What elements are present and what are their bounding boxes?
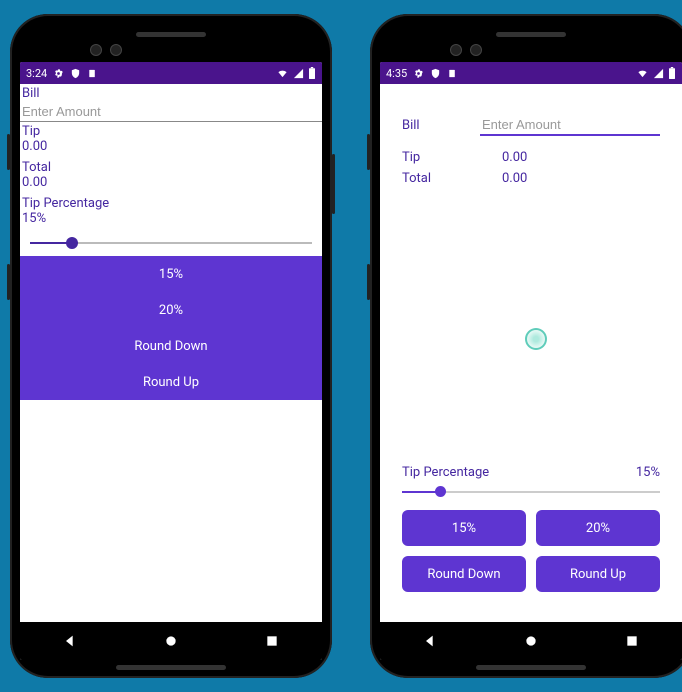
bill-label: Bill (402, 118, 480, 133)
phone-right: 4:35 Bill Tip 0. (370, 14, 682, 678)
app-content-right: Bill Tip 0.00 Total 0.00 Tip Per (380, 84, 682, 622)
bill-label: Bill (20, 84, 322, 101)
status-bar: 4:35 (380, 62, 682, 84)
nav-bar (380, 622, 682, 660)
btn-15[interactable]: 15% (402, 510, 526, 546)
tip-slider[interactable] (402, 482, 660, 502)
total-value: 0.00 (20, 175, 322, 194)
nav-bar (20, 622, 322, 660)
btn-round-up[interactable]: Round Up (536, 556, 660, 592)
card-icon (447, 68, 458, 79)
tip-pct-value: 15% (20, 211, 322, 230)
screen-right: 4:35 Bill Tip 0. (380, 62, 682, 660)
btn-15[interactable]: 15% (20, 256, 322, 292)
touch-indicator-icon (525, 328, 547, 350)
slider-thumb[interactable] (435, 486, 446, 497)
tip-label: Tip (20, 122, 322, 139)
tip-value: 0.00 (20, 139, 322, 158)
tip-pct-label: Tip Percentage (402, 465, 489, 480)
nav-back[interactable] (55, 626, 85, 656)
total-label: Total (402, 171, 502, 186)
slider-thumb[interactable] (66, 237, 78, 249)
tip-pct-label: Tip Percentage (20, 194, 322, 211)
settings-icon (53, 68, 64, 79)
btn-20[interactable]: 20% (20, 292, 322, 328)
bill-input[interactable] (480, 114, 660, 136)
button-block: 15% 20% Round Down Round Up (20, 256, 322, 400)
tip-label: Tip (402, 150, 502, 165)
nav-recent[interactable] (257, 626, 287, 656)
battery-icon (668, 67, 676, 79)
status-time: 3:24 (26, 67, 47, 80)
status-bar: 3:24 (20, 62, 322, 84)
status-time: 4:35 (386, 67, 407, 80)
total-value: 0.00 (502, 171, 527, 186)
total-label: Total (20, 158, 322, 175)
tip-pct-value: 15% (636, 465, 660, 480)
bill-input[interactable] (20, 102, 322, 122)
card-icon (87, 68, 98, 79)
btn-round-down[interactable]: Round Down (402, 556, 526, 592)
tip-slider[interactable] (20, 230, 322, 256)
phone-left: 3:24 Bill Tip 0.00 Total 0.00 Tip Percen… (10, 14, 332, 678)
battery-icon (308, 67, 316, 79)
app-content-left: Bill Tip 0.00 Total 0.00 Tip Percentage … (20, 84, 322, 622)
shield-icon (430, 68, 441, 79)
shield-icon (70, 68, 81, 79)
nav-home[interactable] (156, 626, 186, 656)
wifi-icon (276, 68, 289, 79)
settings-icon (413, 68, 424, 79)
screen-left: 3:24 Bill Tip 0.00 Total 0.00 Tip Percen… (20, 62, 322, 660)
tip-value: 0.00 (502, 150, 527, 165)
signal-icon (293, 68, 304, 79)
signal-icon (653, 68, 664, 79)
nav-recent[interactable] (617, 626, 647, 656)
btn-20[interactable]: 20% (536, 510, 660, 546)
btn-round-up[interactable]: Round Up (20, 364, 322, 400)
nav-home[interactable] (516, 626, 546, 656)
btn-round-down[interactable]: Round Down (20, 328, 322, 364)
wifi-icon (636, 68, 649, 79)
nav-back[interactable] (415, 626, 445, 656)
